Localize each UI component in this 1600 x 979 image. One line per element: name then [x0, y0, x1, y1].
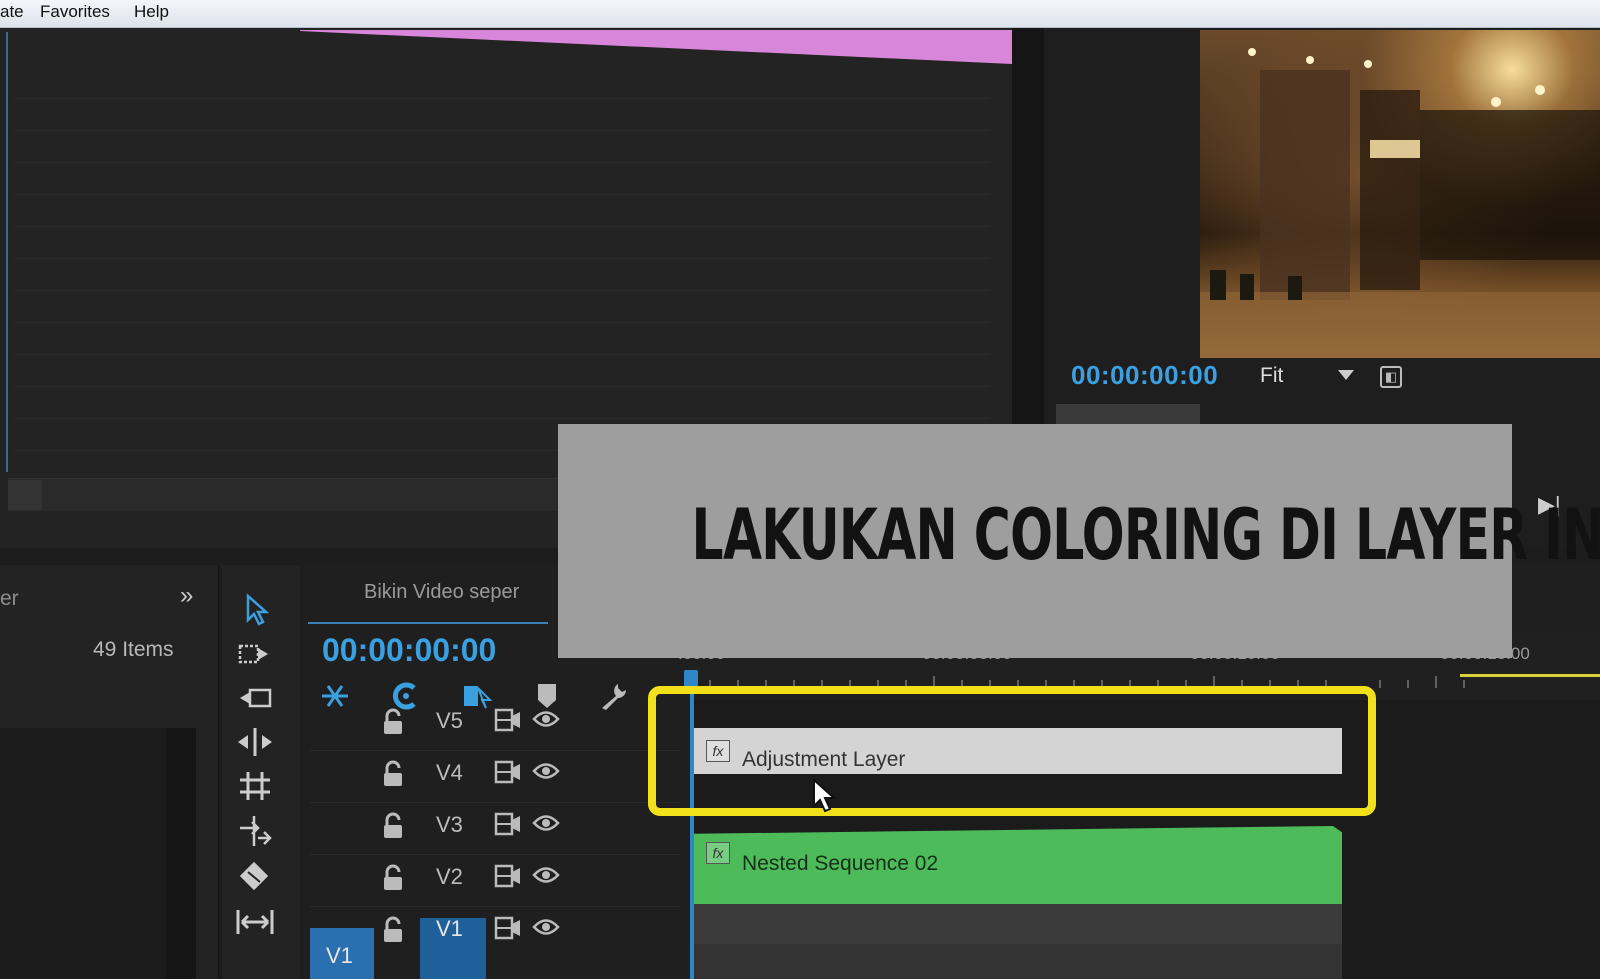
program-video-frame [1200, 30, 1600, 358]
video-frame-scene [1200, 48, 1600, 358]
eye-icon[interactable] [532, 760, 560, 782]
sync-lock-film-icon[interactable] [494, 916, 522, 940]
selection-tool-icon[interactable] [234, 592, 276, 628]
lock-icon[interactable] [382, 708, 404, 736]
menu-item-update[interactable]: ate [0, 2, 24, 22]
project-scrollbar[interactable] [166, 728, 196, 979]
track-header-v3[interactable]: V3 [310, 804, 680, 855]
tutorial-highlight-box [648, 686, 1376, 816]
lock-icon[interactable] [382, 864, 404, 892]
audio-track-clip[interactable] [692, 944, 1342, 979]
work-area-bar[interactable] [1460, 674, 1600, 677]
sync-lock-film-icon[interactable] [494, 708, 522, 732]
menu-bar: ate Favorites Help [0, 0, 1600, 28]
mouse-cursor-icon [813, 778, 837, 813]
lock-icon[interactable] [382, 812, 404, 840]
program-scrub-bar[interactable] [1056, 404, 1200, 424]
track-header-v4[interactable]: V4 [310, 752, 680, 803]
lock-icon[interactable] [382, 916, 404, 944]
zoom-select[interactable]: Fit [1260, 364, 1283, 388]
rate-stretch-tool-icon[interactable] [234, 768, 276, 804]
slip-tool-icon[interactable] [234, 858, 276, 894]
program-timecode[interactable]: 00:00:00:00 [1071, 360, 1218, 391]
lock-icon[interactable] [382, 760, 404, 788]
track-label: V3 [436, 812, 463, 837]
track-header-v1[interactable]: V1 [310, 908, 680, 958]
project-item-count: 49 Items [93, 638, 174, 661]
zoom-dropdown-arrow-icon[interactable] [1338, 370, 1354, 380]
menu-item-help[interactable]: Help [134, 2, 169, 22]
track-header-v2[interactable]: V2 [310, 856, 680, 907]
eye-icon[interactable] [532, 916, 560, 938]
sync-lock-film-icon[interactable] [494, 864, 522, 888]
fx-badge-icon: fx [706, 842, 730, 864]
tutorial-caption-box: LAKUKAN COLORING DI LAYER INI [558, 424, 1600, 658]
panel-focus-edge [6, 32, 8, 472]
sync-lock-film-icon[interactable] [494, 760, 522, 784]
timeline-tab-underline [308, 622, 548, 624]
resolution-toggle-icon[interactable]: ◧ [1380, 366, 1402, 388]
track-label: V2 [436, 864, 463, 889]
project-list[interactable] [0, 728, 166, 979]
ripple-edit-tool-icon[interactable] [234, 680, 276, 716]
tutorial-caption-text: LAKUKAN COLORING DI LAYER INI [691, 494, 1600, 576]
track-label: V4 [436, 760, 463, 785]
sync-lock-film-icon[interactable] [494, 812, 522, 836]
track-label: V1 [436, 916, 463, 941]
pen-fit-tool-icon[interactable] [234, 904, 276, 940]
eye-icon[interactable] [532, 812, 560, 834]
eye-icon[interactable] [532, 864, 560, 886]
track-select-tool-icon[interactable] [234, 636, 276, 672]
menu-item-favorites[interactable]: Favorites [40, 2, 110, 22]
source-scroll-thumb[interactable] [8, 480, 42, 510]
timeline-sequence-tab[interactable]: Bikin Video seper [364, 581, 519, 604]
clip-label: Nested Sequence 02 [742, 852, 939, 875]
project-panel-tab[interactable]: er [0, 587, 19, 611]
panel-overflow-icon[interactable]: » [180, 582, 193, 610]
razor-tool-icon[interactable] [234, 812, 276, 848]
v1-clip[interactable] [692, 904, 1342, 944]
rolling-edit-tool-icon[interactable] [234, 724, 276, 760]
eye-icon[interactable] [532, 708, 560, 730]
track-header-v5[interactable]: V5 [310, 700, 680, 751]
track-label: V5 [436, 708, 463, 733]
timeline-timecode[interactable]: 00:00:00:00 [322, 632, 496, 669]
